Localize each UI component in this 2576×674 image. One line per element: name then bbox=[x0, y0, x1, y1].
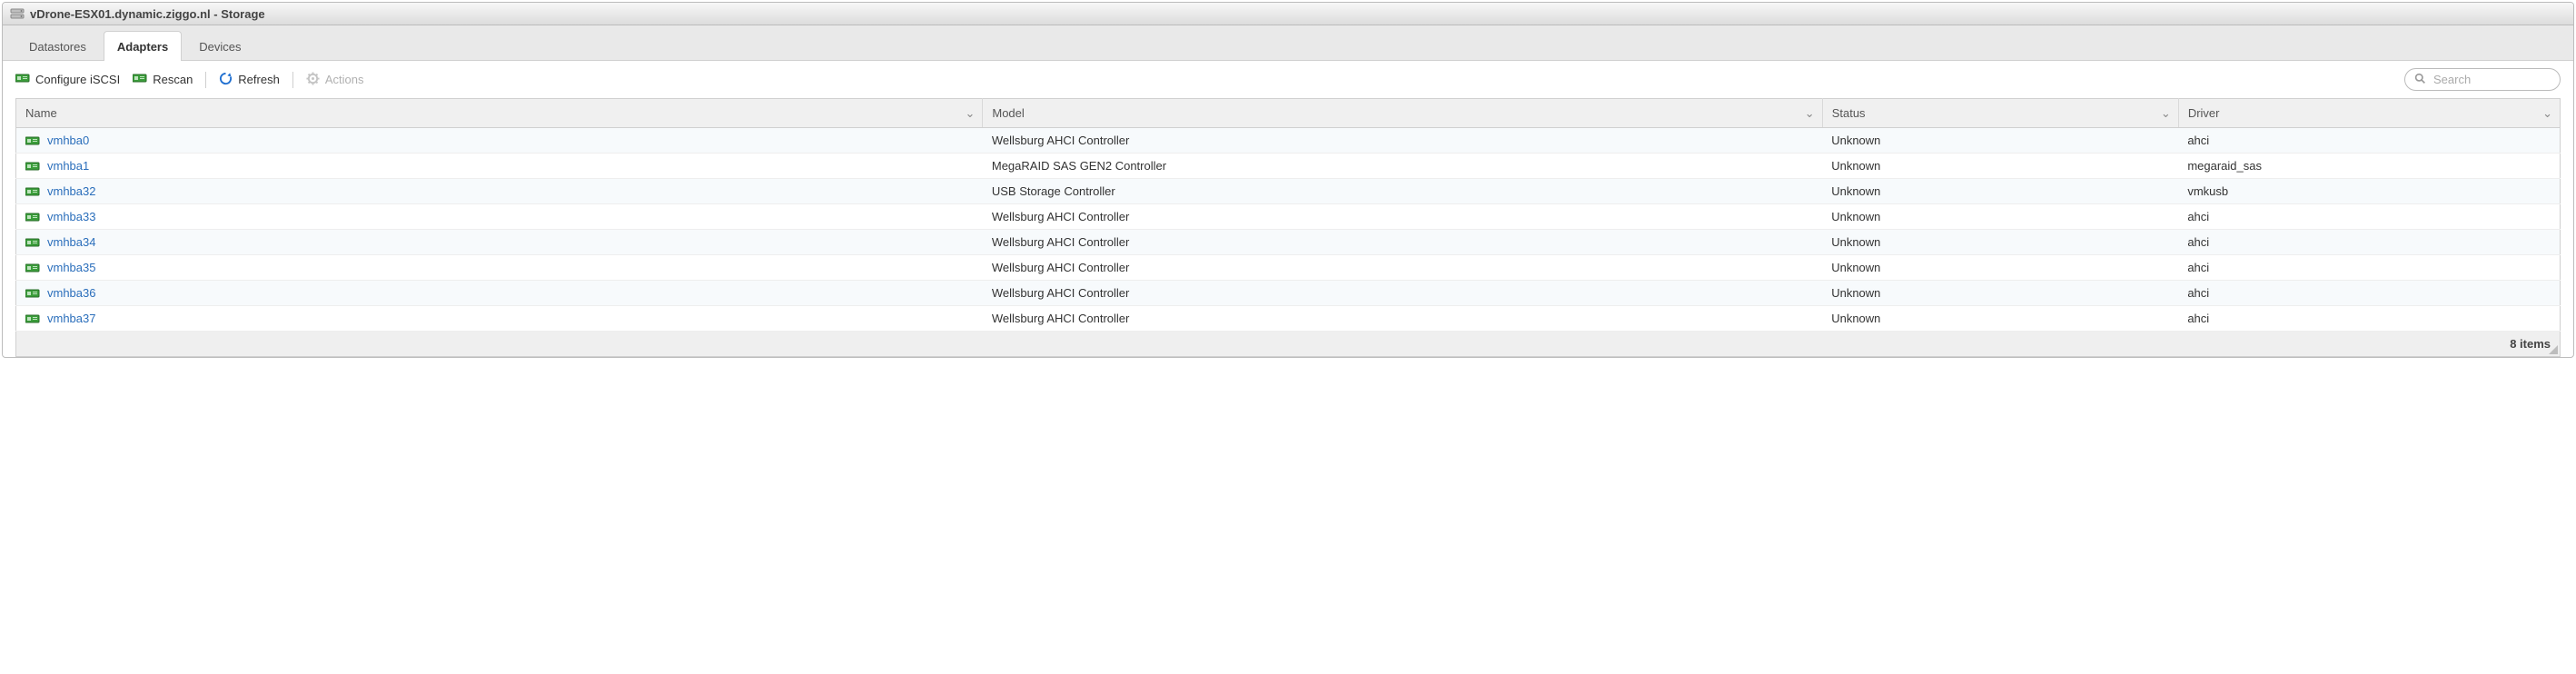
col-name-label: Name bbox=[25, 106, 57, 120]
window-titlebar: vDrone-ESX01.dynamic.ziggo.nl - Storage bbox=[3, 3, 2573, 25]
adapter-driver: ahci bbox=[2178, 204, 2560, 230]
adapter-driver: ahci bbox=[2178, 281, 2560, 306]
adapter-driver: ahci bbox=[2178, 255, 2560, 281]
hba-icon bbox=[25, 135, 40, 146]
adapter-status: Unknown bbox=[1822, 255, 2178, 281]
adapter-status: Unknown bbox=[1822, 128, 2178, 154]
adapter-card-icon bbox=[15, 73, 30, 86]
adapter-name-link[interactable]: vmhba37 bbox=[47, 312, 95, 325]
refresh-button[interactable]: Refresh bbox=[219, 72, 280, 88]
table-row[interactable]: vmhba32 USB Storage ControllerUnknownvmk… bbox=[16, 179, 2561, 204]
hba-icon bbox=[25, 186, 40, 197]
col-driver[interactable]: Driver ⌄ bbox=[2178, 99, 2560, 128]
search-icon bbox=[2414, 73, 2426, 87]
hba-icon bbox=[25, 288, 40, 299]
adapter-model: Wellsburg AHCI Controller bbox=[983, 306, 1822, 332]
adapter-driver: ahci bbox=[2178, 128, 2560, 154]
adapter-driver: ahci bbox=[2178, 230, 2560, 255]
adapter-status: Unknown bbox=[1822, 230, 2178, 255]
adapter-name-link[interactable]: vmhba35 bbox=[47, 261, 95, 274]
col-model[interactable]: Model ⌄ bbox=[983, 99, 1822, 128]
adapter-model: Wellsburg AHCI Controller bbox=[983, 230, 1822, 255]
chevron-down-icon: ⌄ bbox=[2161, 106, 2171, 121]
rescan-button[interactable]: Rescan bbox=[133, 73, 193, 86]
actions-label: Actions bbox=[325, 73, 364, 86]
adapter-model: Wellsburg AHCI Controller bbox=[983, 255, 1822, 281]
adapter-model: Wellsburg AHCI Controller bbox=[983, 204, 1822, 230]
rescan-label: Rescan bbox=[153, 73, 193, 86]
grid-footer: 8 items bbox=[15, 332, 2561, 357]
table-row[interactable]: vmhba34 Wellsburg AHCI ControllerUnknown… bbox=[16, 230, 2561, 255]
storage-window: vDrone-ESX01.dynamic.ziggo.nl - Storage … bbox=[2, 2, 2574, 358]
adapter-model: Wellsburg AHCI Controller bbox=[983, 128, 1822, 154]
table-row[interactable]: vmhba1 MegaRAID SAS GEN2 ControllerUnkno… bbox=[16, 154, 2561, 179]
col-name[interactable]: Name ⌄ bbox=[16, 99, 983, 128]
chevron-down-icon: ⌄ bbox=[965, 106, 975, 121]
configure-iscsi-label: Configure iSCSI bbox=[35, 73, 120, 86]
col-driver-label: Driver bbox=[2188, 106, 2220, 120]
adapter-name-link[interactable]: vmhba34 bbox=[47, 235, 95, 249]
table-row[interactable]: vmhba37 Wellsburg AHCI ControllerUnknown… bbox=[16, 306, 2561, 332]
toolbar-separator bbox=[292, 72, 293, 88]
window-title: vDrone-ESX01.dynamic.ziggo.nl - Storage bbox=[30, 7, 265, 21]
adapter-driver: ahci bbox=[2178, 306, 2560, 332]
adapter-status: Unknown bbox=[1822, 154, 2178, 179]
adapter-driver: megaraid_sas bbox=[2178, 154, 2560, 179]
adapter-model: USB Storage Controller bbox=[983, 179, 1822, 204]
refresh-icon bbox=[219, 72, 233, 88]
adapter-status: Unknown bbox=[1822, 204, 2178, 230]
adapter-status: Unknown bbox=[1822, 179, 2178, 204]
col-status[interactable]: Status ⌄ bbox=[1822, 99, 2178, 128]
adapter-status: Unknown bbox=[1822, 306, 2178, 332]
adapter-name-link[interactable]: vmhba32 bbox=[47, 184, 95, 198]
tab-adapters[interactable]: Adapters bbox=[104, 31, 182, 61]
adapter-name-link[interactable]: vmhba33 bbox=[47, 210, 95, 223]
chevron-down-icon: ⌄ bbox=[1805, 106, 1815, 121]
resize-grip-icon[interactable] bbox=[2549, 345, 2558, 354]
adapter-name-link[interactable]: vmhba1 bbox=[47, 159, 89, 173]
table-row[interactable]: vmhba35 Wellsburg AHCI ControllerUnknown… bbox=[16, 255, 2561, 281]
tab-devices[interactable]: Devices bbox=[185, 31, 254, 61]
header-row: Name ⌄ Model ⌄ Status ⌄ Driver ⌄ bbox=[16, 99, 2561, 128]
hba-icon bbox=[25, 263, 40, 273]
adapter-name-link[interactable]: vmhba36 bbox=[47, 286, 95, 300]
tab-datastores[interactable]: Datastores bbox=[15, 31, 100, 61]
item-count: 8 items bbox=[2510, 337, 2551, 351]
col-status-label: Status bbox=[1832, 106, 1866, 120]
storage-icon bbox=[10, 6, 25, 21]
adapter-name-link[interactable]: vmhba0 bbox=[47, 134, 89, 147]
table-row[interactable]: vmhba36 Wellsburg AHCI ControllerUnknown… bbox=[16, 281, 2561, 306]
adapters-grid: Name ⌄ Model ⌄ Status ⌄ Driver ⌄ bbox=[3, 98, 2573, 357]
toolbar-separator bbox=[205, 72, 206, 88]
hba-icon bbox=[25, 212, 40, 223]
toolbar: Configure iSCSI Rescan bbox=[3, 61, 2573, 98]
adapter-model: Wellsburg AHCI Controller bbox=[983, 281, 1822, 306]
gear-icon bbox=[306, 72, 320, 88]
adapter-driver: vmkusb bbox=[2178, 179, 2560, 204]
refresh-label: Refresh bbox=[238, 73, 280, 86]
chevron-down-icon: ⌄ bbox=[2542, 106, 2552, 121]
col-model-label: Model bbox=[992, 106, 1024, 120]
search-box[interactable] bbox=[2404, 68, 2561, 91]
adapter-model: MegaRAID SAS GEN2 Controller bbox=[983, 154, 1822, 179]
hba-icon bbox=[25, 161, 40, 172]
configure-iscsi-button[interactable]: Configure iSCSI bbox=[15, 73, 120, 86]
tabs: Datastores Adapters Devices bbox=[3, 25, 2573, 61]
hba-icon bbox=[25, 237, 40, 248]
hba-icon bbox=[25, 313, 40, 324]
table-row[interactable]: vmhba0 Wellsburg AHCI ControllerUnknowna… bbox=[16, 128, 2561, 154]
search-input[interactable] bbox=[2432, 72, 2551, 87]
table-row[interactable]: vmhba33 Wellsburg AHCI ControllerUnknown… bbox=[16, 204, 2561, 230]
adapter-status: Unknown bbox=[1822, 281, 2178, 306]
adapter-card-icon bbox=[133, 73, 147, 86]
actions-button[interactable]: Actions bbox=[306, 72, 364, 88]
